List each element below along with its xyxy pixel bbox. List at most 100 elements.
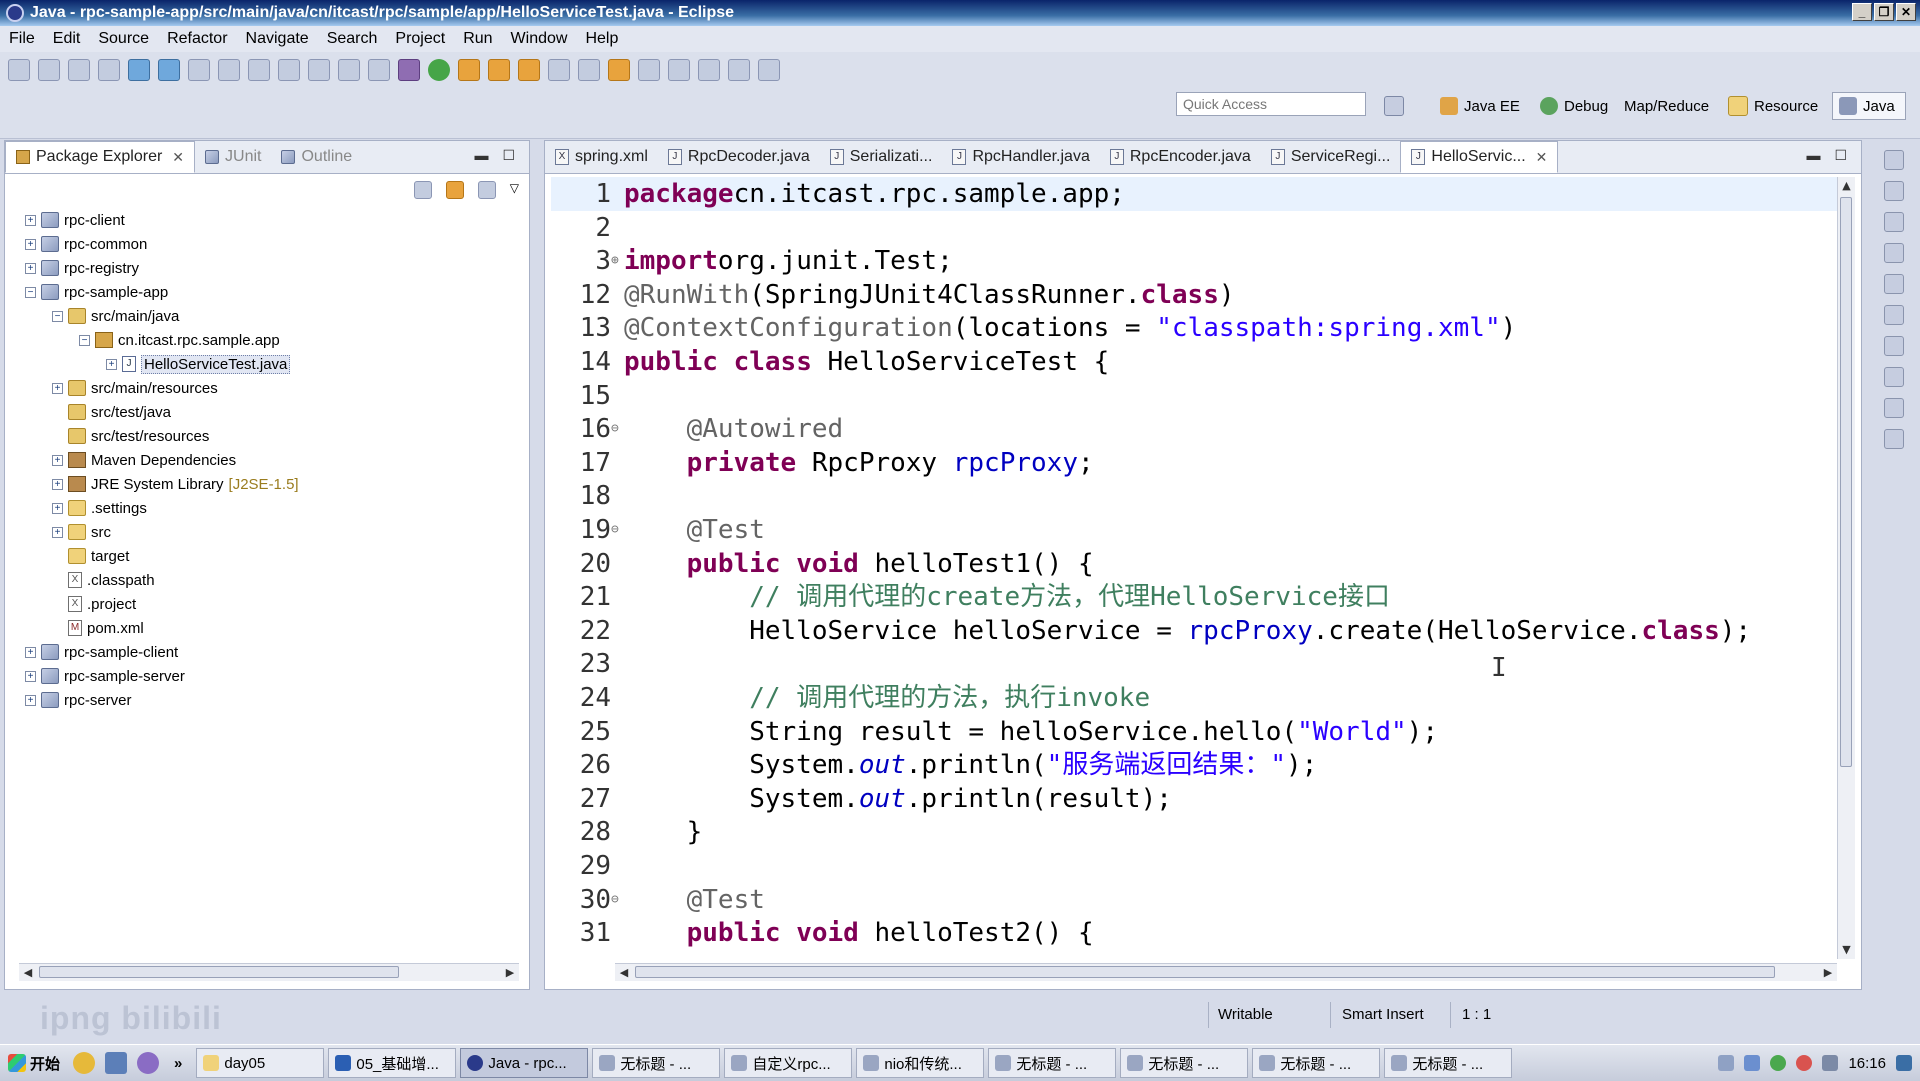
quicklaunch-more-icon[interactable]: »	[174, 1055, 182, 1072]
open-perspective-button[interactable]	[1384, 92, 1404, 120]
expand-toggle[interactable]: +	[52, 478, 63, 490]
expand-toggle[interactable]: +	[52, 526, 63, 538]
scroll-thumb[interactable]	[39, 966, 399, 978]
fold-toggle-icon[interactable]: ⊖	[611, 883, 619, 917]
print-icon[interactable]	[98, 59, 120, 81]
editor-tab-rpcencoder[interactable]: J RpcEncoder.java	[1100, 141, 1261, 173]
perspective-resource[interactable]: Resource	[1728, 92, 1818, 120]
start-button[interactable]: 开始	[0, 1047, 68, 1079]
taskbar-item[interactable]: 无标题 - ...	[988, 1048, 1117, 1078]
console-view-icon[interactable]	[1884, 305, 1904, 325]
code-line[interactable]: 3 ⊕ importorg.junit.Test;	[551, 244, 1837, 278]
perspective-map-reduce[interactable]: Map/Reduce	[1624, 92, 1709, 120]
expand-toggle[interactable]: +	[25, 238, 36, 250]
scroll-thumb[interactable]	[635, 966, 1775, 978]
toggle-mark-icon[interactable]	[218, 59, 240, 81]
code-line[interactable]: 2	[551, 211, 1837, 245]
sync-icon[interactable]	[1770, 1055, 1787, 1071]
refresh-icon[interactable]	[158, 59, 180, 81]
tab-outline[interactable]: Outline	[271, 141, 362, 173]
perspective-java-ee[interactable]: Java EE	[1440, 92, 1520, 120]
collapse-toggle[interactable]: −	[25, 286, 36, 298]
window-title-bar[interactable]: Java - rpc-sample-app/src/main/java/cn/i…	[0, 0, 1920, 26]
tree-horizontal-scrollbar[interactable]: ◀ ▶	[19, 963, 519, 981]
menu-run[interactable]: Run	[454, 30, 501, 48]
new-java-project-icon[interactable]	[128, 59, 150, 81]
scroll-left-icon[interactable]: ◀	[19, 964, 37, 981]
pin-editor-icon[interactable]	[698, 59, 720, 81]
fold-toggle-icon[interactable]: ⊖	[611, 513, 619, 547]
servers-view-icon[interactable]	[1884, 367, 1904, 387]
new-class-icon[interactable]	[518, 59, 540, 81]
menu-source[interactable]: Source	[89, 30, 158, 48]
code-line[interactable]: 24 // 调用代理的方法，执行invoke	[551, 681, 1837, 715]
code-line[interactable]: 29	[551, 849, 1837, 883]
taskbar-item-active[interactable]: Java - rpc...	[460, 1048, 589, 1078]
expand-toggle[interactable]: +	[52, 502, 63, 514]
tree-item-pom-xml[interactable]: M pom.xml	[52, 617, 144, 639]
run-icon[interactable]	[428, 59, 450, 81]
tree-item-project-file[interactable]: X .project	[52, 593, 136, 615]
close-icon[interactable]: ✕	[1536, 149, 1548, 166]
tree-item-settings[interactable]: + .settings	[52, 497, 147, 519]
link-with-editor-icon[interactable]	[445, 181, 464, 199]
perspective-java[interactable]: Java	[1832, 92, 1906, 120]
tree-item-rpc-registry[interactable]: + rpc-registry	[25, 257, 139, 279]
undo-icon[interactable]	[248, 59, 270, 81]
editor-tab-rpcdecoder[interactable]: J RpcDecoder.java	[658, 141, 820, 173]
tree-item-src-main-resources[interactable]: + src/main/resources	[52, 377, 218, 399]
show-desktop-icon[interactable]	[1896, 1055, 1912, 1071]
scroll-left-icon[interactable]: ◀	[615, 964, 633, 981]
tree-item-rpc-common[interactable]: + rpc-common	[25, 233, 147, 255]
editor-horizontal-scrollbar[interactable]: ◀ ▶	[615, 963, 1837, 981]
tree-item-src-test-java[interactable]: src/test/java	[52, 401, 171, 423]
code-line[interactable]: 31 public void helloTest2() {	[551, 916, 1837, 950]
volume-icon[interactable]	[1822, 1055, 1839, 1071]
save-icon[interactable]	[38, 59, 60, 81]
code-editor[interactable]: 1 packagecn.itcast.rpc.sample.app; 2 3 ⊕ impo…	[551, 177, 1837, 967]
tab-package-explorer[interactable]: Package Explorer ✕	[5, 141, 196, 173]
expand-toggle[interactable]: +	[25, 262, 36, 274]
taskbar-item[interactable]: 无标题 - ...	[1252, 1048, 1381, 1078]
tree-item-rpc-sample-app[interactable]: − rpc-sample-app	[25, 281, 168, 303]
quick-access-input[interactable]: Quick Access	[1176, 92, 1366, 116]
new-icon[interactable]	[8, 59, 30, 81]
code-line[interactable]: 21 // 调用代理的create方法，代理HelloService接口	[551, 580, 1837, 614]
quicklaunch-browser-icon[interactable]	[73, 1052, 96, 1074]
taskbar-item[interactable]: 自定义rpc...	[724, 1048, 853, 1078]
code-line[interactable]: 15	[551, 379, 1837, 413]
problems-view-icon[interactable]	[1884, 181, 1904, 201]
minimize-view-icon[interactable]: ▬	[474, 147, 488, 164]
search-icon[interactable]	[578, 59, 600, 81]
editor-tab-helloservicetest[interactable]: J HelloServic... ✕	[1400, 141, 1559, 173]
taskbar-item[interactable]: 无标题 - ...	[1384, 1048, 1513, 1078]
code-line[interactable]: 30 ⊖ @Test	[551, 883, 1837, 917]
skip-breakpoints-icon[interactable]	[188, 59, 210, 81]
tree-item-target[interactable]: target	[52, 545, 129, 567]
collapse-all-icon[interactable]	[413, 181, 432, 199]
scroll-right-icon[interactable]: ▶	[1819, 964, 1837, 981]
editor-tab-serviceregistry[interactable]: J ServiceRegi...	[1261, 141, 1401, 173]
code-line[interactable]: 1 packagecn.itcast.rpc.sample.app;	[551, 177, 1837, 211]
menu-file[interactable]: File	[0, 30, 44, 48]
close-icon[interactable]: ✕	[172, 149, 184, 166]
resume-icon[interactable]	[308, 59, 330, 81]
declaration-view-icon[interactable]	[1884, 243, 1904, 263]
coverage-icon[interactable]	[458, 59, 480, 81]
terminate-icon[interactable]	[368, 59, 390, 81]
fold-toggle-icon[interactable]: ⊕	[611, 244, 619, 278]
mark-occurrences-icon[interactable]	[608, 59, 630, 81]
expand-toggle[interactable]: +	[25, 670, 36, 682]
expand-toggle[interactable]: +	[25, 646, 36, 658]
code-line[interactable]: 27 System.out.println(result);	[551, 782, 1837, 816]
back-icon[interactable]	[728, 59, 750, 81]
taskbar-item[interactable]: 无标题 - ...	[592, 1048, 721, 1078]
expand-toggle[interactable]: +	[52, 454, 63, 466]
save-all-icon[interactable]	[68, 59, 90, 81]
keyboard-icon[interactable]	[1718, 1055, 1735, 1071]
code-line[interactable]: 14 public class HelloServiceTest {	[551, 345, 1837, 379]
debug-icon[interactable]	[398, 59, 420, 81]
menu-help[interactable]: Help	[576, 30, 627, 48]
new-package-icon[interactable]	[488, 59, 510, 81]
menu-navigate[interactable]: Navigate	[237, 30, 318, 48]
